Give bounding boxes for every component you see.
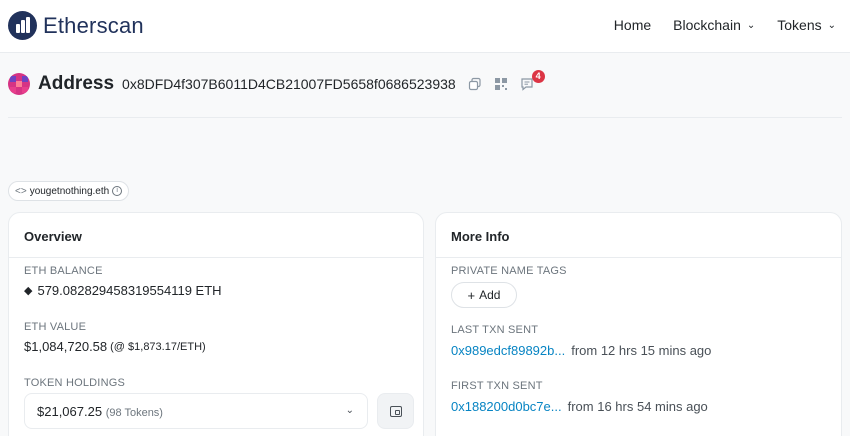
overview-card: Overview ETH BALANCE ◆ 579.0828294583195…	[8, 212, 424, 436]
chevron-down-icon: ⌄	[345, 405, 354, 416]
address-header: Address 0x8DFD4f307B6011D4CB21007FD5658f…	[8, 70, 545, 98]
main-nav: Home Blockchain ⌄ Tokens ⌄	[592, 17, 836, 33]
token-holdings-amount: $21,067.25	[37, 404, 103, 419]
page-title: Address	[38, 73, 115, 94]
add-label: Add	[479, 288, 501, 302]
token-count: (98 Tokens)	[105, 407, 163, 419]
eth-price: (@ $1,873.17/ETH)	[110, 340, 206, 353]
eth-balance-label: ETH BALANCE	[24, 265, 103, 277]
eth-value-label: ETH VALUE	[24, 321, 87, 333]
wallet-button[interactable]	[377, 393, 414, 429]
ethereum-icon: ◆	[24, 285, 33, 297]
info-icon[interactable]: i	[112, 186, 123, 196]
token-holdings-dropdown[interactable]: $21,067.25 (98 Tokens) ⌄	[24, 393, 368, 429]
eth-balance: ◆ 579.082829458319554119 ETH	[24, 283, 222, 298]
nav-tokens[interactable]: Tokens ⌄	[777, 17, 836, 33]
more-info-title: More Info	[451, 229, 510, 244]
nav-home-label: Home	[613, 17, 652, 33]
nav-home[interactable]: Home	[614, 17, 651, 33]
more-info-card: More Info PRIVATE NAME TAGS + Add LAST T…	[435, 212, 842, 436]
chevron-down-icon: ⌄	[827, 19, 836, 31]
first-txn-time: from 16 hrs 54 mins ago	[567, 399, 708, 414]
card-divider	[436, 257, 841, 258]
chevron-down-icon: ⌄	[746, 19, 756, 31]
eth-value-amount: $1,084,720.58	[24, 339, 108, 354]
add-name-tag-button[interactable]: + Add	[451, 282, 517, 308]
eth-balance-value: 579.082829458319554119 ETH	[37, 283, 222, 298]
nav-tokens-label: Tokens	[777, 17, 822, 33]
ens-name: yougetnothing.eth	[29, 185, 110, 197]
header-divider	[8, 117, 842, 118]
last-txn: 0x989edcf89892b... from 12 hrs 15 mins a…	[451, 343, 711, 358]
address-avatar	[8, 73, 30, 95]
brand-logo[interactable]: Etherscan	[8, 11, 144, 40]
code-icon: <>	[15, 185, 27, 197]
copy-icon[interactable]	[468, 77, 482, 91]
first-txn-hash-link[interactable]: 0x188200d0bc7e...	[451, 399, 562, 414]
card-divider	[9, 257, 423, 258]
last-txn-label: LAST TXN SENT	[451, 324, 539, 336]
last-txn-time: from 12 hrs 15 mins ago	[571, 343, 712, 358]
address-hash: 0x8DFD4f307B6011D4CB21007FD5658f06865239…	[122, 76, 456, 92]
wallet-icon	[390, 406, 402, 417]
private-tags-label: PRIVATE NAME TAGS	[451, 265, 567, 277]
etherscan-logo-icon	[8, 11, 37, 40]
nav-blockchain-label: Blockchain	[673, 17, 741, 33]
top-navbar: Etherscan Home Blockchain ⌄ Tokens ⌄	[0, 0, 850, 53]
overview-title: Overview	[24, 229, 82, 244]
plus-icon: +	[467, 287, 476, 303]
notification-badge: 4	[531, 70, 545, 83]
first-txn: 0x188200d0bc7e... from 16 hrs 54 mins ag…	[451, 399, 708, 414]
eth-value: $1,084,720.58 (@ $1,873.17/ETH)	[24, 339, 206, 354]
token-holdings-value: $21,067.25 (98 Tokens)	[37, 404, 163, 419]
ens-name-chip[interactable]: <> yougetnothing.eth i	[8, 181, 130, 201]
token-holdings-label: TOKEN HOLDINGS	[24, 377, 126, 389]
last-txn-hash-link[interactable]: 0x989edcf89892b...	[451, 343, 565, 358]
nav-blockchain[interactable]: Blockchain ⌄	[673, 17, 755, 33]
first-txn-label: FIRST TXN SENT	[451, 380, 543, 392]
comment-button[interactable]: 4	[520, 70, 545, 91]
brand-name: Etherscan	[43, 12, 144, 38]
qr-code-icon[interactable]	[494, 77, 508, 91]
